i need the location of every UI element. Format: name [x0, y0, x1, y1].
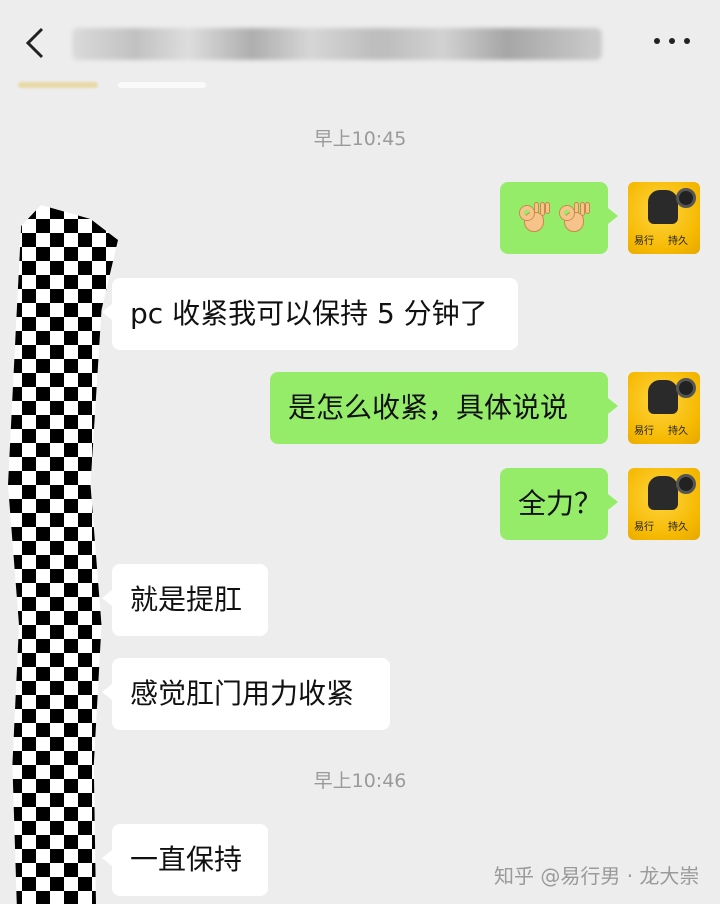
avatar-label-left: 易行 [634, 522, 654, 533]
chat-title-blurred [72, 28, 602, 60]
avatar[interactable]: 易行 持久 [628, 372, 700, 444]
message-text: 感觉肛门用力收紧 [130, 677, 355, 710]
chat-header [0, 0, 720, 86]
avatar-label-right: 持久 [668, 236, 688, 247]
message-text: 一直保持 [130, 843, 243, 876]
avatar-label-right: 持久 [668, 522, 688, 533]
more-dots-icon[interactable] [654, 38, 690, 48]
message-bubble-theirs[interactable]: 感觉肛门用力收紧 [102, 658, 390, 730]
timestamp: 早上10:45 [313, 128, 407, 150]
avatar[interactable]: 易行 持久 [628, 468, 700, 540]
message-bubble-mine[interactable]: 全力？ [500, 468, 618, 540]
message-bubble-mine[interactable] [500, 182, 618, 254]
message-text: 全力？ [518, 487, 603, 520]
message-text: pc 收紧我可以保持 5 分钟了 [130, 297, 488, 330]
ok-hand-emoji-icon [518, 202, 550, 234]
chat-title [72, 28, 73, 29]
avatar-label-left: 易行 [634, 426, 654, 437]
timestamp: 早上10:46 [313, 770, 407, 792]
avatar-label-right: 持久 [668, 426, 688, 437]
message-bubble-theirs[interactable]: 一直保持 [102, 824, 268, 896]
message-text: 就是提肛 [130, 583, 243, 616]
message-text: 是怎么收紧，具体说说 [288, 391, 569, 424]
chevron-left-icon[interactable] [22, 26, 52, 60]
avatar-label-left: 易行 [634, 236, 654, 247]
message-bubble-theirs[interactable]: pc 收紧我可以保持 5 分钟了 [102, 278, 518, 350]
message-bubble-mine[interactable]: 是怎么收紧，具体说说 [270, 372, 618, 444]
previous-message-fragment [18, 82, 208, 90]
avatar[interactable]: 易行 持久 [628, 182, 700, 254]
watermark: 知乎 @易行男 · 龙大崇 [494, 864, 700, 888]
message-bubble-theirs[interactable]: 就是提肛 [102, 564, 268, 636]
ok-hand-emoji-icon [558, 202, 590, 234]
